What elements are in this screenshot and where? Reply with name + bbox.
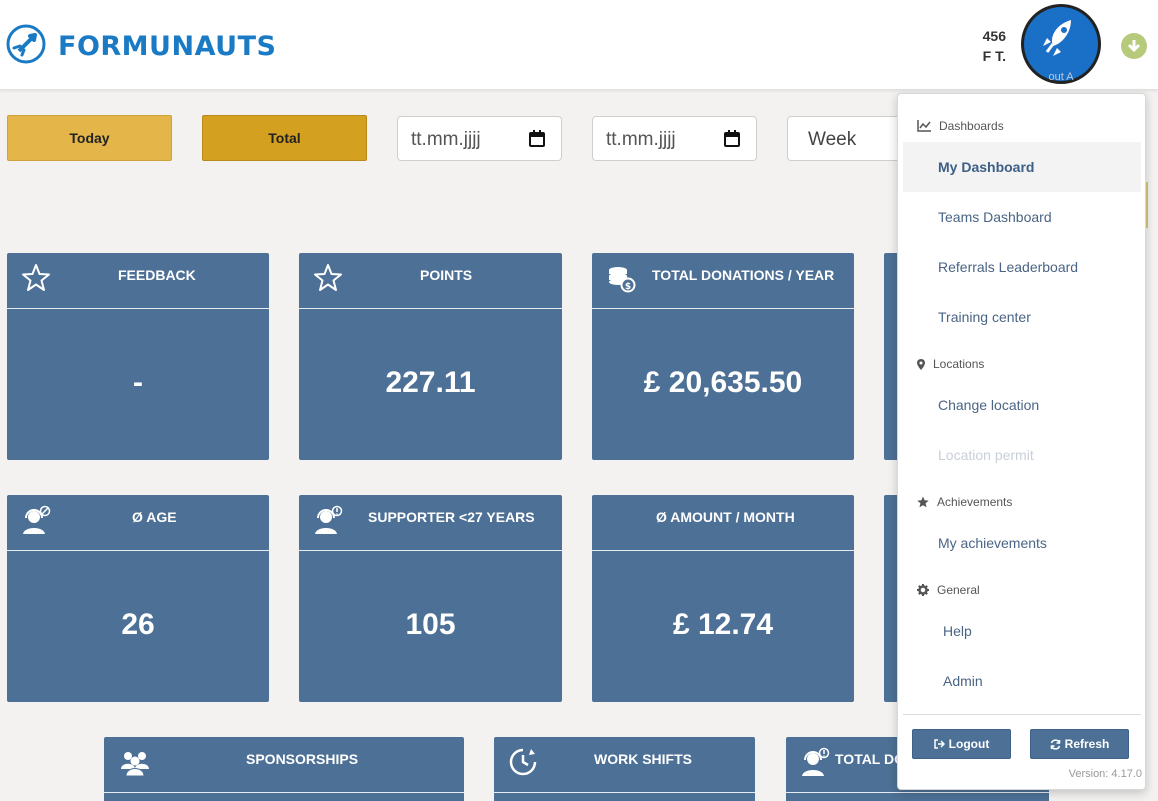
calendar-icon[interactable]	[724, 130, 740, 152]
menu-item-location-permit: Location permit	[938, 447, 1034, 463]
card-title: FEEDBACK	[118, 267, 196, 283]
user-id: 456	[982, 28, 1006, 44]
menu-item-teams-dashboard[interactable]: Teams Dashboard	[903, 192, 1141, 242]
svg-text:$: $	[625, 282, 631, 292]
menu-item-referrals-leaderboard[interactable]: Referrals Leaderboard	[903, 242, 1141, 292]
clock-icon	[509, 748, 537, 776]
brand-name: FORMUNAUTS	[58, 31, 277, 62]
star-icon	[314, 264, 342, 291]
menu-item-training-center[interactable]: Training center	[903, 292, 1141, 342]
logout-button[interactable]: Logout	[912, 729, 1011, 759]
menu-item-my-dashboard[interactable]: My Dashboard	[903, 142, 1141, 192]
users-icon	[121, 752, 149, 777]
card-work-shifts: WORK SHIFTS	[494, 737, 755, 801]
date-to-placeholder: tt.mm.jjjj	[606, 129, 676, 150]
card-title: WORK SHIFTS	[594, 751, 692, 767]
menu-item-change-location[interactable]: Change location	[903, 380, 1141, 430]
card-value: 105	[405, 608, 456, 641]
section-dashboards: Dashboards	[917, 119, 1004, 133]
card-title: TOTAL DONATIONS / YEAR	[652, 267, 835, 283]
avatar-caption: out A	[1048, 71, 1074, 83]
rocket-icon	[1043, 20, 1071, 56]
agent-icon	[23, 505, 51, 534]
version-label: Version: 4.17.0	[1068, 768, 1142, 780]
calendar-icon[interactable]	[529, 130, 545, 152]
card-title: SPONSORSHIPS	[246, 751, 359, 767]
star-icon	[22, 264, 50, 291]
card-average-age: Ø AGE 26	[7, 495, 269, 702]
card-feedback: FEEDBACK -	[7, 253, 269, 460]
card-value: -	[133, 366, 143, 399]
card-title: Ø AMOUNT / MONTH	[656, 509, 795, 525]
card-sponsorships: SPONSORSHIPS	[104, 737, 464, 801]
coins-icon: $	[609, 267, 636, 293]
total-button[interactable]: Total	[202, 115, 367, 161]
user-name: F T.	[982, 48, 1006, 64]
date-from-placeholder: tt.mm.jjjj	[411, 129, 481, 150]
period-value: Week	[808, 129, 857, 150]
gear-icon	[917, 584, 929, 596]
card-value: £ 12.74	[672, 608, 774, 641]
user-dropdown-menu: Dashboards My Dashboard Teams Dashboard …	[897, 93, 1146, 790]
section-locations: Locations	[917, 357, 984, 371]
card-partial	[884, 253, 898, 460]
card-value: £ 20,635.50	[643, 366, 803, 399]
arrow-down-circle-icon[interactable]	[1121, 33, 1147, 59]
refresh-button[interactable]: Refresh	[1030, 729, 1129, 759]
star-icon	[917, 496, 929, 508]
top-header: FORMUNAUTS 456 F T. out A	[0, 0, 1158, 90]
user-info[interactable]: 456 F T.	[970, 26, 1006, 66]
line-chart-icon	[917, 120, 931, 132]
agent-alert-icon	[802, 747, 830, 776]
card-title: POINTS	[420, 267, 473, 283]
card-total-donations: $ TOTAL DONATIONS / YEAR £ 20,635.50	[592, 253, 854, 460]
card-title: SUPPORTER <27 YEARS	[368, 509, 535, 525]
brand-logo[interactable]: FORMUNAUTS	[6, 24, 276, 69]
rocket-logo-icon	[6, 24, 46, 69]
card-title: TOTAL DO	[835, 751, 905, 767]
menu-item-help[interactable]: Help	[903, 606, 1141, 656]
section-general: General	[917, 583, 980, 597]
sign-out-icon	[933, 739, 945, 749]
agent-alert-icon	[315, 505, 343, 534]
card-value: 26	[121, 608, 155, 641]
card-average-amount: Ø AMOUNT / MONTH £ 12.74	[592, 495, 854, 702]
card-value: 227.11	[385, 366, 476, 399]
date-to-input[interactable]: tt.mm.jjjj	[592, 116, 757, 161]
card-points: POINTS 227.11	[299, 253, 562, 460]
menu-item-admin[interactable]: Admin	[903, 656, 1141, 706]
section-achievements: Achievements	[917, 495, 1012, 509]
today-button[interactable]: Today	[7, 115, 172, 161]
card-supporter-under-27: SUPPORTER <27 YEARS 105	[299, 495, 562, 702]
date-from-input[interactable]: tt.mm.jjjj	[397, 116, 562, 161]
card-partial	[884, 495, 898, 702]
avatar[interactable]: out A	[1021, 4, 1101, 84]
map-marker-icon	[917, 358, 925, 370]
menu-item-my-achievements[interactable]: My achievements	[903, 518, 1141, 568]
menu-divider	[903, 714, 1141, 715]
refresh-icon	[1050, 738, 1060, 750]
card-title: Ø AGE	[132, 509, 177, 525]
